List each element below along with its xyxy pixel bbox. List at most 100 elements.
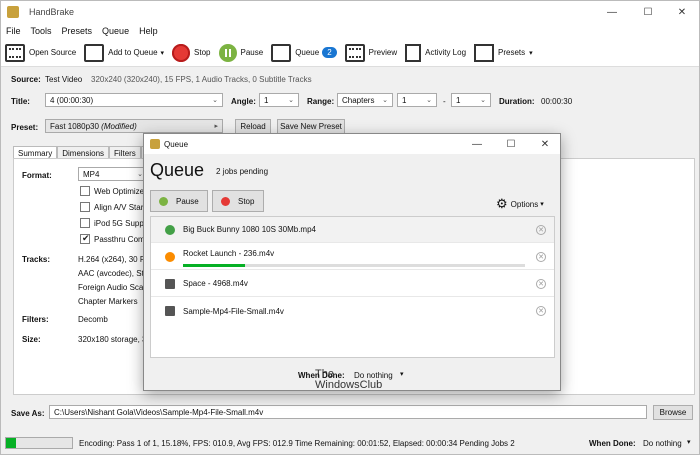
web-optimize-checkbox[interactable]	[80, 186, 90, 196]
film-icon	[165, 306, 175, 316]
queue-count-badge: 2	[322, 47, 337, 58]
title-bar: HandBrake — ☐ ✕	[1, 1, 699, 23]
reload-button[interactable]: Reload	[235, 119, 271, 134]
queue-close-button[interactable]: ✕	[528, 134, 562, 154]
title-select[interactable]: 4 (00:00:30) ⌄	[45, 93, 223, 107]
queue-minimize-button[interactable]: —	[460, 134, 494, 154]
queue-label: Queue	[295, 48, 320, 57]
remove-icon[interactable]: ✕	[536, 224, 546, 235]
menu-presets[interactable]: Presets	[57, 26, 98, 36]
range-to-chevron-icon: ⌄	[480, 97, 486, 104]
queue-heading: Queue	[150, 160, 205, 180]
queue-item[interactable]: Space - 4968.m4v ✕	[151, 271, 554, 297]
align-av-checkbox[interactable]	[80, 202, 90, 212]
queue-pause-icon	[159, 196, 168, 206]
queue-when-done-chevron-icon[interactable]: ▾	[400, 370, 404, 378]
menu-queue[interactable]: Queue	[97, 26, 134, 36]
stop-icon	[172, 43, 191, 62]
queue-window-title: Queue	[164, 139, 189, 149]
close-button[interactable]: ✕	[665, 1, 699, 23]
preset-arrow-icon: ▸	[214, 123, 218, 130]
browse-button[interactable]: Browse	[653, 405, 693, 420]
remove-icon[interactable]: ✕	[536, 252, 546, 262]
queue-item[interactable]: Sample-Mp4-File-Small.m4v ✕	[151, 298, 554, 324]
presets-button[interactable]: Presets ▾	[470, 41, 537, 65]
activity-log-button[interactable]: Activity Log	[401, 41, 470, 65]
queue-stop-label: Stop	[238, 196, 255, 206]
queue-maximize-button[interactable]: ☐	[494, 134, 528, 154]
queue-item[interactable]: Big Buck Bunny 1080 10S 30Mb.mp4 ✕	[151, 217, 554, 243]
save-as-path: C:\Users\Nishant Gola\Videos\Sample-Mp4-…	[54, 407, 264, 417]
minimize-button[interactable]: —	[595, 1, 629, 23]
presets-label: Presets	[498, 48, 526, 57]
queue-item-name: Sample-Mp4-File-Small.m4v	[183, 306, 284, 316]
queue-stop-button[interactable]: Stop	[212, 190, 264, 212]
open-source-button[interactable]: Open Source	[1, 41, 80, 65]
pause-icon	[218, 43, 237, 62]
passthru-checkbox[interactable]	[80, 233, 90, 244]
range-from-value: 1	[402, 95, 407, 105]
remove-icon[interactable]: ✕	[536, 306, 546, 316]
window-title: HandBrake	[29, 7, 75, 17]
queue-button[interactable]: Queue 2	[267, 41, 340, 65]
encode-progress-bar	[5, 437, 73, 449]
stop-button[interactable]: Stop	[168, 41, 214, 65]
pause-button[interactable]: Pause	[215, 41, 268, 65]
queue-item-name: Rocket Launch - 236.m4v	[183, 249, 275, 258]
options-chevron-icon: ▾	[540, 201, 544, 208]
align-av-label: Align A/V Start	[94, 203, 146, 212]
queue-item-name: Space - 4968.m4v	[183, 279, 248, 288]
angle-label: Angle:	[231, 97, 256, 106]
presets-chevron-icon: ▾	[529, 49, 533, 57]
menu-help[interactable]: Help	[134, 26, 163, 36]
stop-label: Stop	[194, 48, 211, 57]
log-icon	[405, 43, 422, 62]
angle-select[interactable]: 1 ⌄	[259, 93, 299, 107]
source-name: Test Video	[45, 75, 83, 84]
queue-options-button[interactable]: ⚙ Options ▾	[496, 196, 544, 212]
range-type-value: Chapters	[342, 95, 375, 105]
toolbar: Open Source Add to Queue ▾ Stop Pause Qu…	[1, 39, 699, 67]
preview-film-icon	[344, 43, 365, 62]
queue-when-done-value[interactable]: Do nothing	[354, 371, 393, 380]
item-progress-fill	[183, 264, 245, 267]
range-to-select[interactable]: 1 ⌄	[451, 93, 491, 107]
range-type-select[interactable]: Chapters ⌄	[337, 93, 393, 107]
when-done-chevron-icon[interactable]: ▾	[687, 438, 691, 446]
queue-pause-button[interactable]: Pause	[150, 190, 208, 212]
range-from-select[interactable]: 1 ⌄	[397, 93, 437, 107]
when-done-label: When Done:	[589, 439, 636, 448]
track-foreign-audio: Foreign Audio Scan	[78, 283, 148, 292]
preview-button[interactable]: Preview	[341, 41, 401, 65]
save-new-preset-button[interactable]: Save New Preset	[277, 119, 345, 134]
range-type-chevron-icon: ⌄	[382, 97, 388, 104]
remove-icon[interactable]: ✕	[536, 278, 546, 289]
duration-value: 00:00:30	[541, 97, 573, 106]
maximize-button[interactable]: ☐	[631, 1, 665, 23]
menu-file[interactable]: File	[1, 26, 26, 36]
filters-value: Decomb	[78, 315, 108, 324]
save-as-input[interactable]: C:\Users\Nishant Gola\Videos\Sample-Mp4-…	[49, 405, 647, 419]
queue-stop-icon	[221, 196, 230, 206]
preset-value: Fast 1080p30 (Modified)	[50, 122, 137, 131]
format-select[interactable]: MP4 ⌄	[78, 167, 148, 181]
when-done-value[interactable]: Do nothing	[643, 439, 682, 448]
menu-bar: File Tools Presets Queue Help	[1, 23, 699, 39]
format-select-value: MP4	[83, 169, 100, 179]
preset-select[interactable]: Fast 1080p30 (Modified) ▸	[45, 119, 223, 133]
chevron-down-icon[interactable]: ▾	[161, 49, 165, 57]
save-as-label: Save As:	[11, 409, 45, 418]
size-label: Size:	[22, 335, 41, 344]
queue-item[interactable]: Rocket Launch - 236.m4v ✕	[151, 244, 554, 270]
add-to-queue-button[interactable]: Add to Queue ▾	[80, 41, 168, 65]
tracks-label: Tracks:	[22, 255, 51, 264]
add-to-queue-label: Add to Queue	[108, 48, 158, 57]
ipod-checkbox[interactable]	[80, 218, 90, 228]
queue-pending-count: 2 jobs pending	[216, 167, 269, 176]
queue-footer: When Done: Do nothing ▾	[144, 360, 560, 390]
queue-item-name: Big Buck Bunny 1080 10S 30Mb.mp4	[183, 225, 316, 234]
menu-tools[interactable]: Tools	[26, 26, 57, 36]
check-icon	[165, 225, 175, 235]
preset-label: Preset:	[11, 123, 39, 132]
encode-progress-fill	[6, 438, 16, 448]
